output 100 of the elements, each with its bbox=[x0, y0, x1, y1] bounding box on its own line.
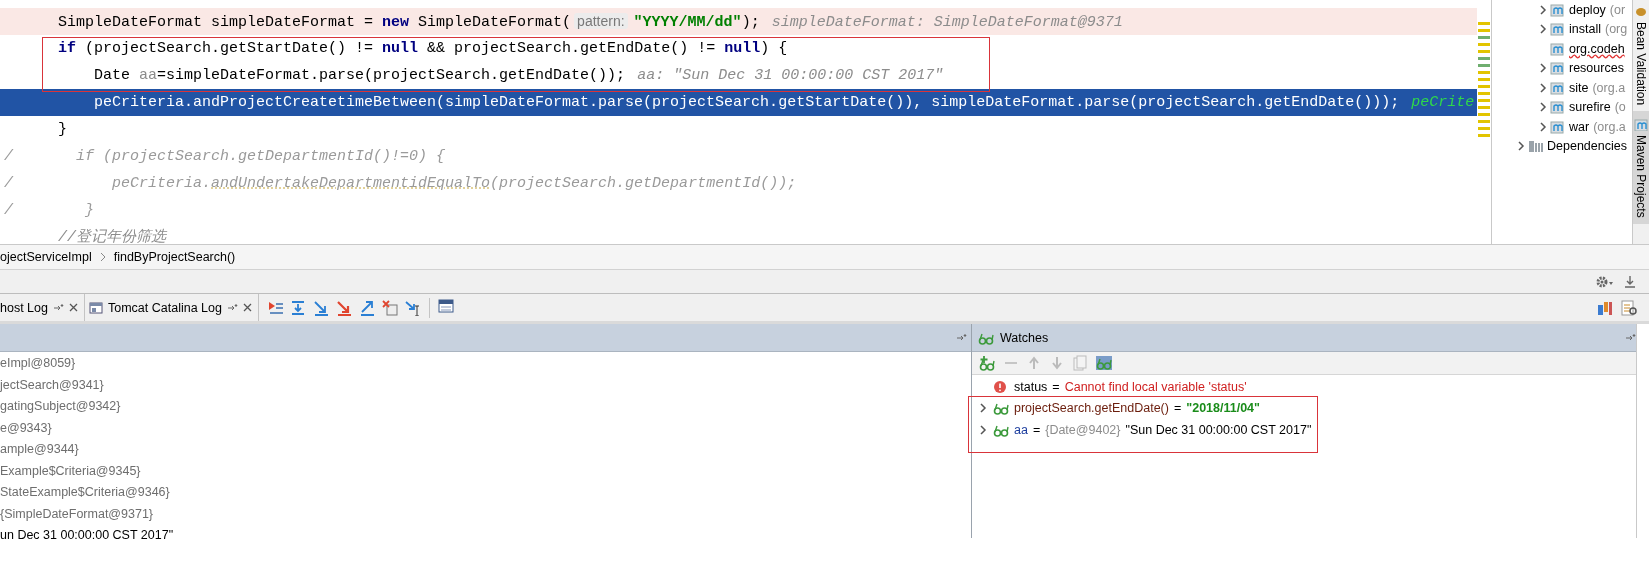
code-text: } bbox=[57, 121, 67, 138]
module-icon bbox=[1550, 40, 1566, 57]
code-text: Date bbox=[93, 67, 132, 84]
watch-value: Cannot find local variable 'status' bbox=[1064, 379, 1247, 394]
chevron-icon bbox=[99, 252, 106, 262]
method-name: andUndertakeDepartmentidEqualTo bbox=[211, 175, 491, 192]
parameter-hint: pattern: bbox=[574, 13, 628, 29]
tree-item[interactable]: surefire bbox=[1569, 100, 1611, 115]
code-comment: //登记年份筛选 bbox=[57, 229, 166, 244]
code-text: / if (projectSearch.getDepartmentId()!=0) { bbox=[4, 148, 446, 165]
module-icon bbox=[1550, 1, 1566, 18]
close-icon[interactable] bbox=[242, 303, 252, 312]
module-icon bbox=[1550, 79, 1566, 96]
tree-item-detail: (org bbox=[1604, 22, 1628, 37]
code-text: SimpleDateFormat( bbox=[417, 14, 572, 31]
variable-value[interactable]: un Dec 31 00:00:00 CST 2017" bbox=[0, 525, 971, 547]
arrow-down-right-icon[interactable] bbox=[312, 299, 329, 316]
watch-value: "2018/11/04" bbox=[1186, 401, 1260, 416]
tree-item[interactable]: deploy bbox=[1569, 2, 1606, 17]
stack-icon[interactable] bbox=[1597, 299, 1613, 316]
pin-icon[interactable] bbox=[1625, 333, 1636, 342]
code-text: peCriteria.andProjectCreatetimeBetween(simpleDateFormat.parse(projectSearch.getStartDate()), simpleDateFormat.parse(projectSearch.getEndDate())); bbox=[93, 94, 1400, 111]
error-icon bbox=[993, 379, 1009, 394]
watch-name: status bbox=[1014, 379, 1048, 394]
tree-item-detail: (o bbox=[1614, 100, 1626, 115]
variable-value[interactable]: StateExample$Criteria@9346} bbox=[0, 482, 971, 504]
module-icon bbox=[1550, 99, 1566, 116]
breadcrumb-item[interactable]: findByProjectSearch() bbox=[113, 250, 236, 264]
variable-name: aa bbox=[139, 67, 158, 84]
inline-value-hint: peCrite bbox=[1411, 94, 1475, 111]
settings-icon[interactable] bbox=[1595, 274, 1615, 289]
tree-item-detail: (or bbox=[1609, 2, 1626, 17]
panel-title: Watches bbox=[1000, 330, 1050, 345]
arrow-down-bar-icon[interactable] bbox=[289, 299, 306, 316]
tree-item[interactable]: org.codeh bbox=[1569, 41, 1625, 56]
lines-arrow-icon[interactable] bbox=[266, 299, 283, 316]
code-text: && projectSearch.getEndDate() != bbox=[426, 40, 717, 57]
variable-value[interactable]: e@9343} bbox=[0, 417, 971, 439]
inline-value-hint: aa: "Sun Dec 31 00:00:00 CST 2017" bbox=[637, 67, 944, 84]
chevron-right-icon[interactable] bbox=[1538, 81, 1548, 94]
module-icon bbox=[1550, 21, 1566, 38]
code-text: (projectSearch.getStartDate() != bbox=[84, 40, 375, 57]
code-text: ) { bbox=[760, 40, 788, 57]
code-text: (projectSearch.getDepartmentId()); bbox=[490, 175, 797, 192]
string-literal: "YYYY/MM/dd" bbox=[633, 14, 742, 31]
pin-icon[interactable] bbox=[52, 303, 64, 312]
glasses-icon bbox=[993, 401, 1009, 416]
inline-value-hint: simpleDateFormat: SimpleDateFormat@9371 bbox=[771, 14, 1123, 31]
pin-icon[interactable] bbox=[956, 333, 967, 342]
library-icon bbox=[1528, 138, 1544, 155]
arrow-up-right-icon[interactable] bbox=[358, 299, 375, 316]
variable-value[interactable]: ample@9344} bbox=[0, 439, 971, 461]
tree-item[interactable]: install bbox=[1569, 22, 1601, 37]
chevron-right-icon[interactable] bbox=[979, 423, 987, 436]
chevron-right-icon[interactable] bbox=[1538, 3, 1548, 16]
module-icon bbox=[1550, 118, 1566, 135]
tree-item[interactable]: resources bbox=[1569, 61, 1624, 76]
chevron-right-icon[interactable] bbox=[979, 402, 987, 415]
tool-tab[interactable]: host Log bbox=[0, 294, 85, 321]
breadcrumb-item[interactable]: ojectServiceImpl bbox=[0, 250, 92, 264]
tree-item-detail: (org.a bbox=[1592, 80, 1626, 95]
equals-sign: = bbox=[1173, 401, 1182, 416]
variable-value[interactable]: jectSearch@9341} bbox=[0, 374, 971, 396]
tree-item[interactable]: site bbox=[1569, 80, 1589, 95]
chevron-right-icon[interactable] bbox=[1538, 101, 1548, 114]
pin-icon[interactable] bbox=[226, 303, 238, 312]
variable-value[interactable]: gatingSubject@9342} bbox=[0, 396, 971, 418]
side-tab[interactable]: Maven Projects bbox=[1633, 111, 1649, 224]
variable-value[interactable]: {SimpleDateFormat@9371} bbox=[0, 503, 971, 525]
code-text: =simpleDateFormat.parse(projectSearch.getEndDate()); bbox=[157, 67, 626, 84]
tree-item-detail: (org.a bbox=[1593, 119, 1626, 134]
keyword: if bbox=[57, 40, 76, 57]
watch-name: projectSearch.getEndDate() bbox=[1014, 401, 1169, 416]
code-text: / peCriteria. bbox=[4, 175, 212, 192]
chevron-right-icon[interactable] bbox=[1538, 62, 1548, 75]
close-icon[interactable] bbox=[68, 303, 78, 312]
keyword: new bbox=[382, 14, 410, 31]
chevron-right-icon[interactable] bbox=[1516, 140, 1526, 153]
bold-arrow-down-right-icon[interactable] bbox=[335, 299, 352, 316]
variable-value[interactable]: eImpl@8059} bbox=[0, 353, 971, 375]
frame-cross-icon[interactable] bbox=[381, 299, 398, 316]
tree-item[interactable]: war bbox=[1569, 119, 1590, 134]
watch-name: aa bbox=[1014, 422, 1028, 437]
equals-sign: = bbox=[1052, 379, 1060, 394]
watch-value: "Sun Dec 31 00:00:00 CST 2017" bbox=[1125, 422, 1312, 437]
variable-value[interactable]: Example$Criteria@9345} bbox=[0, 460, 971, 482]
keyword: null bbox=[724, 40, 761, 57]
tool-tab[interactable]: Tomcat Catalina Log bbox=[84, 294, 259, 321]
chevron-right-icon[interactable] bbox=[1538, 120, 1548, 133]
side-tab[interactable]: Bean Validation bbox=[1633, 0, 1649, 112]
list-gear-icon[interactable] bbox=[1621, 299, 1637, 316]
code-text: ); bbox=[741, 14, 760, 31]
arrow-down-line-icon[interactable] bbox=[1623, 274, 1637, 289]
add-watch-icon[interactable] bbox=[979, 355, 995, 371]
tree-item[interactable]: Dependencies bbox=[1547, 139, 1627, 154]
arrow-cursor-icon[interactable] bbox=[404, 299, 421, 316]
module-icon bbox=[1634, 117, 1648, 132]
equals-sign: = bbox=[1032, 422, 1041, 437]
keyword: null bbox=[382, 40, 419, 57]
chevron-right-icon[interactable] bbox=[1538, 23, 1548, 36]
